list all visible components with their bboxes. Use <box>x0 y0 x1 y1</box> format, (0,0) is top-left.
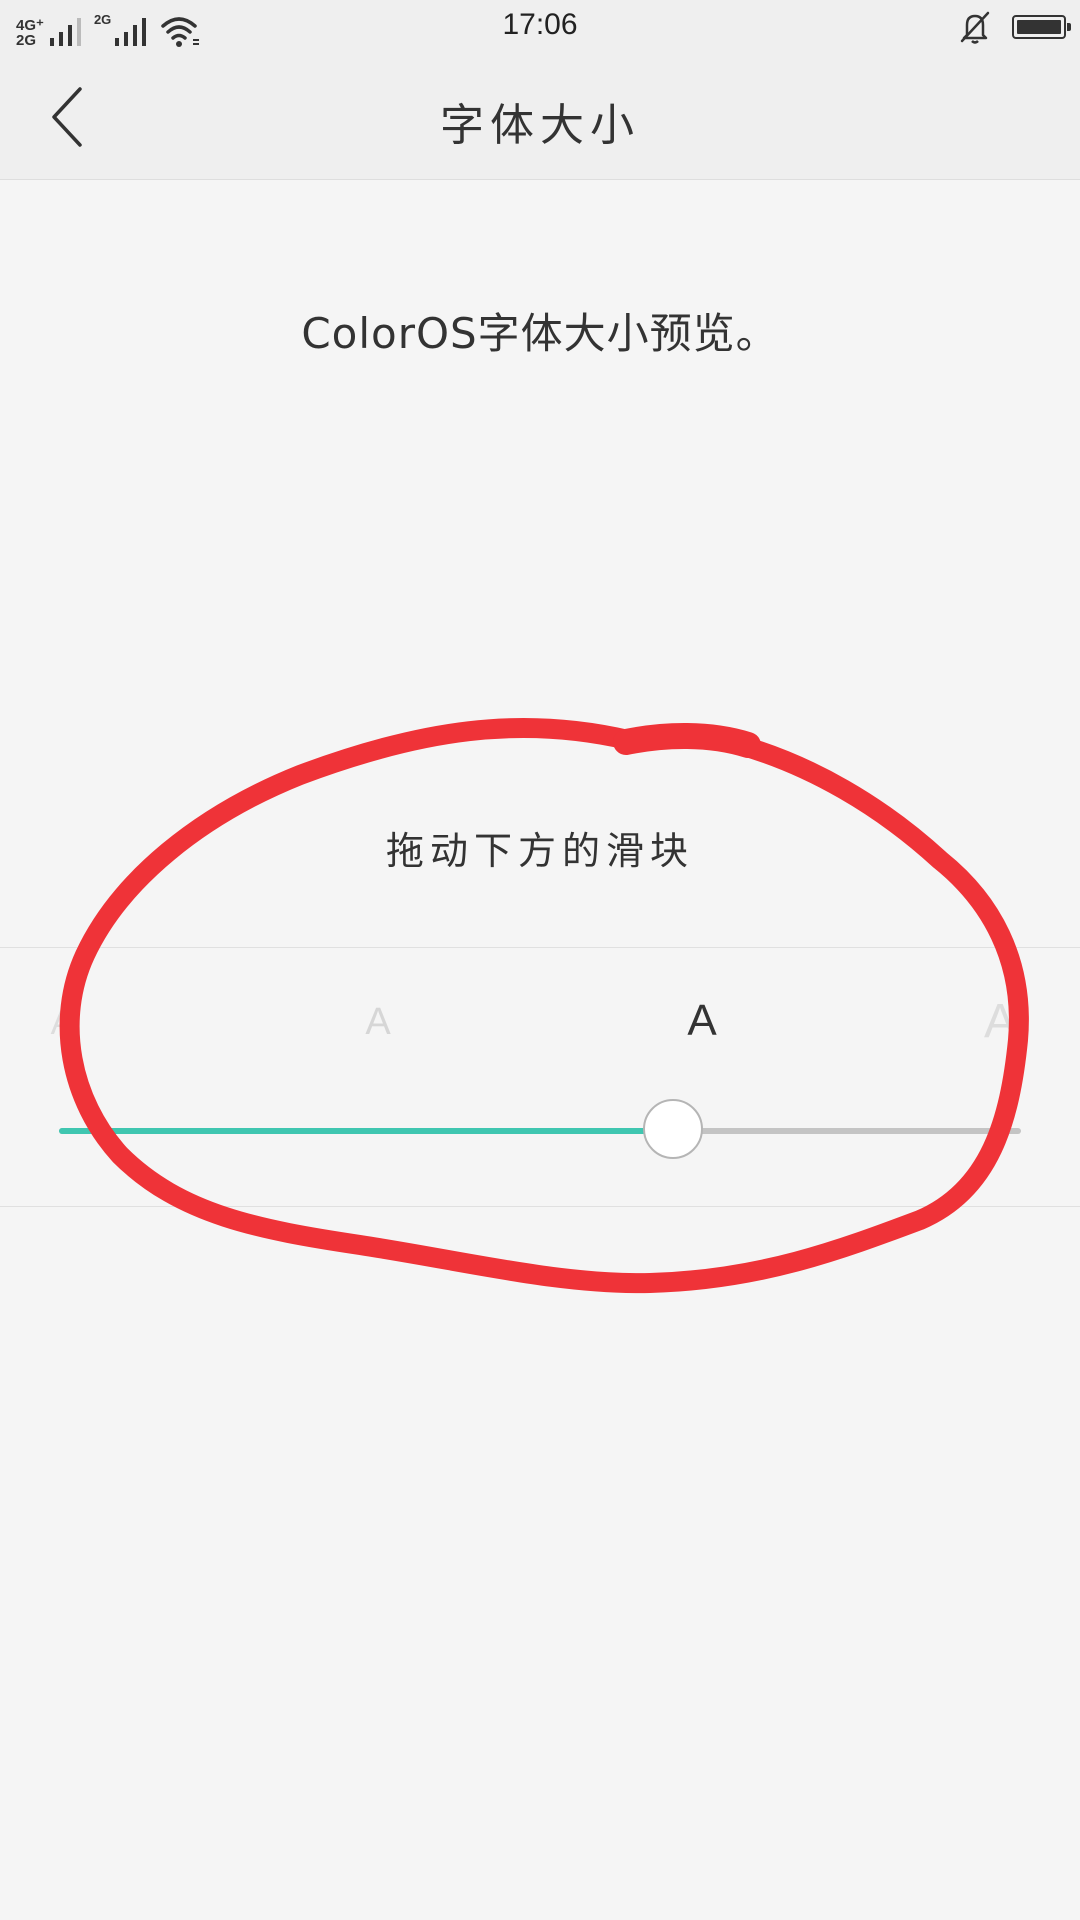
size-label-large[interactable]: A <box>687 996 716 1046</box>
font-size-screen: 4G⁺ 2G 2G 17:06 字体大小 ColorOS字体大小预览。 拖动下方… <box>0 0 1080 1920</box>
font-preview-text: ColorOS字体大小预览。 <box>301 309 779 358</box>
status-time: 17:06 <box>502 8 578 41</box>
slider-hint-text: 拖动下方的滑块 <box>385 829 694 873</box>
status-bar-right <box>958 10 1071 44</box>
page-title: 字体大小 <box>440 100 640 151</box>
size-label-extra-large[interactable]: A <box>984 994 1016 1049</box>
slider-fill <box>59 1128 674 1134</box>
size-label-medium[interactable]: A <box>365 1001 390 1044</box>
bell-muted-icon <box>960 11 990 44</box>
size-label-small[interactable]: A <box>51 1004 74 1043</box>
slider-thumb[interactable] <box>643 1099 704 1159</box>
toolbar: 字体大小 <box>0 55 1080 180</box>
battery-icon <box>1012 15 1071 39</box>
status-bar: 4G⁺ 2G 2G 17:06 <box>0 0 1080 55</box>
font-size-slider-panel: A A A A <box>0 947 1080 1207</box>
font-size-slider-track[interactable] <box>59 1099 1021 1159</box>
